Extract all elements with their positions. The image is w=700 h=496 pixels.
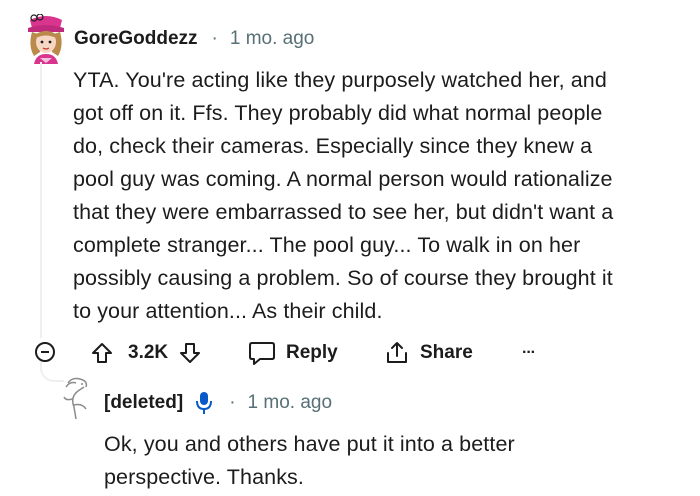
comment-body-line: possibly causing a problem. So of course… bbox=[73, 266, 613, 290]
vote-score: 3.2K bbox=[128, 342, 169, 363]
share-button[interactable]: Share bbox=[384, 339, 473, 367]
more-icon: ··· bbox=[522, 344, 536, 361]
comment-body-line: to your attention... As their child. bbox=[73, 299, 383, 323]
reply-author[interactable]: [deleted] bbox=[104, 392, 183, 414]
comment-body-line: YTA. You're acting like they purposely w… bbox=[73, 68, 607, 92]
microphone-icon bbox=[195, 391, 213, 415]
thread-line[interactable] bbox=[40, 62, 42, 338]
comment-body-line: pool guy was coming. A normal person wou… bbox=[73, 167, 613, 191]
comment-avatar[interactable] bbox=[24, 13, 68, 64]
comment-author[interactable]: GoreGoddezz bbox=[74, 28, 198, 50]
meta-separator: · bbox=[229, 392, 236, 413]
reply-timestamp[interactable]: 1 mo. ago bbox=[248, 392, 333, 414]
share-icon bbox=[384, 340, 410, 366]
comment-timestamp[interactable]: 1 mo. ago bbox=[230, 28, 315, 50]
upvote-icon[interactable] bbox=[90, 341, 114, 365]
comment-body-line: that they were embarrassed to see her, b… bbox=[73, 200, 614, 224]
reply-body-line: Ok, you and others have put it into a be… bbox=[104, 432, 515, 456]
comment-body: YTA. You're acting like they purposely w… bbox=[73, 64, 693, 328]
meta-separator: · bbox=[211, 28, 218, 49]
comment-body-line: complete stranger... The pool guy... To … bbox=[73, 233, 581, 257]
reply-button[interactable]: Reply bbox=[248, 339, 338, 367]
comment-body-line: do, check their cameras. Especially sinc… bbox=[73, 134, 593, 158]
more-options-button[interactable]: ··· bbox=[522, 341, 536, 365]
vote-controls: 3.2K bbox=[90, 340, 202, 366]
deleted-avatar-icon bbox=[63, 377, 88, 420]
reply-body-line: perspective. Thanks. bbox=[104, 465, 304, 489]
reply-icon bbox=[248, 340, 276, 366]
reply-avatar[interactable] bbox=[62, 375, 94, 420]
share-label: Share bbox=[420, 342, 473, 363]
collapse-icon[interactable] bbox=[35, 342, 55, 362]
avatar-icon bbox=[28, 13, 64, 64]
downvote-icon[interactable] bbox=[178, 341, 202, 365]
reply-body: Ok, you and others have put it into a be… bbox=[104, 428, 684, 494]
comment-body-line: got off on it. Ffs. They probably did wh… bbox=[73, 101, 603, 125]
reply-label: Reply bbox=[286, 342, 338, 363]
reply-connector bbox=[40, 362, 64, 382]
